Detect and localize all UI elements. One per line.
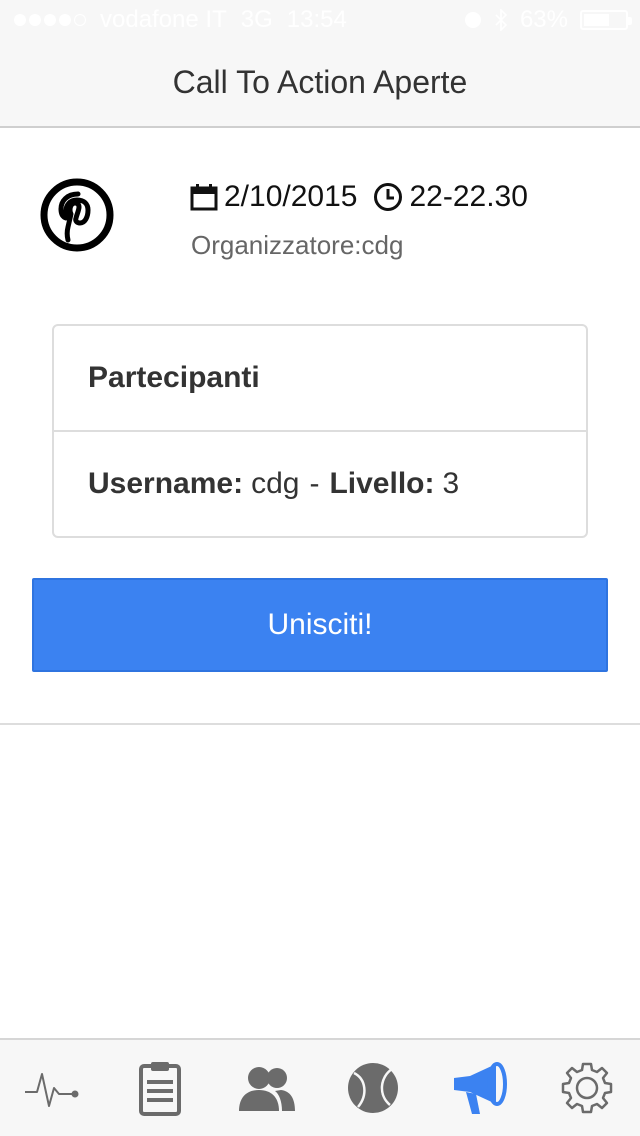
tab-activity[interactable] bbox=[13, 1048, 93, 1128]
participants-title: Partecipanti bbox=[54, 326, 586, 432]
gear-icon bbox=[561, 1062, 612, 1114]
tab-ball[interactable] bbox=[333, 1048, 413, 1128]
status-time: 13:54 bbox=[286, 6, 347, 33]
status-bar: vodafone IT 3G 13:54 63% bbox=[0, 0, 640, 40]
tab-bar bbox=[0, 1038, 640, 1136]
battery-percent: 63% bbox=[519, 6, 568, 33]
tab-clipboard[interactable] bbox=[120, 1048, 200, 1128]
participant-level: 3 bbox=[442, 467, 460, 500]
page-title: Call To Action Aperte bbox=[172, 64, 468, 100]
tab-settings[interactable] bbox=[547, 1048, 627, 1128]
ball-icon bbox=[348, 1063, 399, 1113]
participant-row: Username: cdg - Livello: 3 bbox=[54, 432, 586, 536]
clipboard-icon bbox=[138, 1062, 181, 1116]
participant-username: cdg bbox=[251, 467, 300, 500]
calendar-icon bbox=[190, 184, 218, 211]
battery-icon bbox=[580, 10, 632, 30]
pinterest-icon bbox=[40, 178, 114, 252]
event-time-range: 22-22.30 bbox=[409, 180, 528, 213]
lock-rotation-icon bbox=[464, 12, 481, 28]
users-icon bbox=[238, 1067, 295, 1111]
carrier-name: vodafone IT bbox=[100, 6, 227, 33]
username-label: Username: bbox=[88, 467, 244, 500]
join-button[interactable]: Unisciti! bbox=[32, 578, 608, 672]
megaphone-icon bbox=[453, 1062, 507, 1114]
level-label: Livello: bbox=[329, 467, 435, 500]
tab-megaphone[interactable] bbox=[440, 1048, 520, 1128]
event-organizer: Organizzatore:cdg bbox=[191, 230, 404, 260]
network-type: 3G bbox=[240, 6, 273, 33]
bluetooth-icon bbox=[495, 9, 508, 31]
tab-users[interactable] bbox=[227, 1048, 307, 1128]
activity-icon bbox=[25, 1073, 79, 1107]
event-date: 2/10/2015 bbox=[224, 180, 358, 213]
participant-separator: - bbox=[309, 467, 320, 500]
content-divider bbox=[0, 723, 640, 725]
signal-strength-icon bbox=[14, 14, 86, 26]
clock-icon bbox=[374, 183, 403, 211]
participants-panel: Partecipanti Username: cdg - Livello: 3 bbox=[52, 324, 588, 538]
event-datetime: 2/10/2015 22-22.30 bbox=[190, 180, 528, 214]
